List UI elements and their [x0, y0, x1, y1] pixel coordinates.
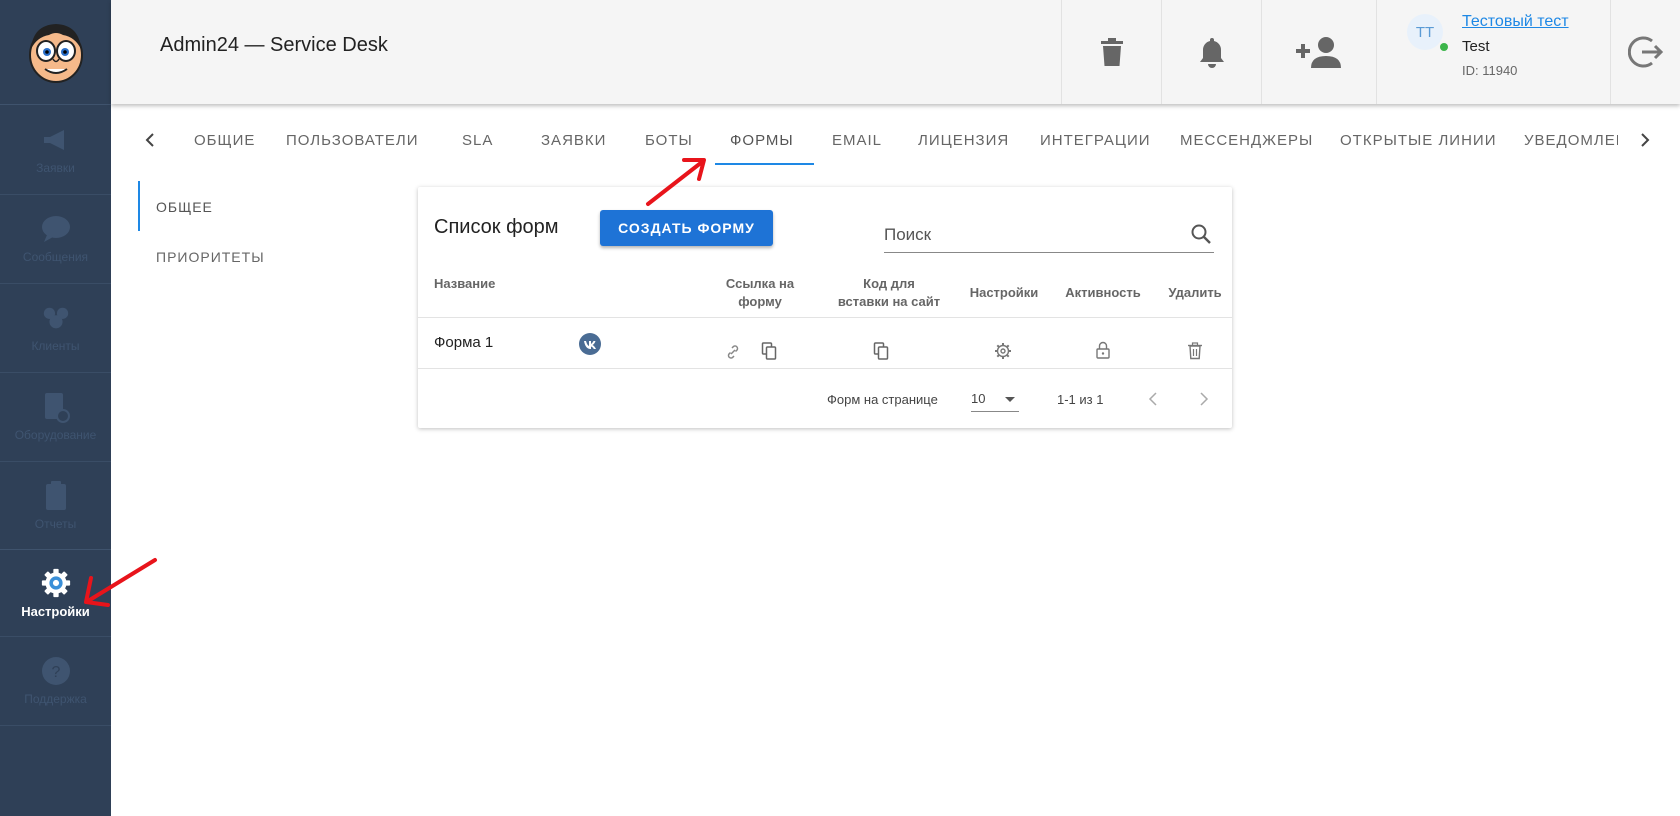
settings-gear-icon[interactable]	[994, 342, 1012, 360]
subnav-item-priorities[interactable]: ПРИОРИТЕТЫ	[138, 231, 338, 281]
notifications-button[interactable]	[1161, 0, 1261, 104]
tab-open-lines[interactable]: ОТКРЫТЫЕ ЛИНИИ	[1340, 132, 1497, 149]
sidebar-item-messages[interactable]: Сообщения	[0, 195, 111, 284]
gear-icon	[41, 568, 71, 598]
row-divider	[418, 317, 1232, 318]
chevron-right-icon	[1200, 392, 1209, 406]
user-id: ID: 11940	[1462, 63, 1518, 78]
column-header-activity: Активность	[1065, 285, 1141, 300]
add-user-button[interactable]	[1261, 0, 1376, 104]
user-subtitle: Test	[1462, 38, 1490, 55]
megaphone-icon	[41, 125, 71, 155]
per-page-label: Форм на странице	[827, 392, 938, 407]
tab-sla[interactable]: SLA	[462, 132, 493, 149]
sidebar-item-label: Заявки	[36, 161, 75, 175]
column-header-embed-code: Код для вставки на сайт	[829, 275, 949, 311]
subnav-item-general[interactable]: ОБЩЕЕ	[138, 181, 338, 231]
column-header-link-line1: Ссылка на	[725, 276, 795, 291]
search-field	[884, 217, 1214, 253]
sidebar: Заявки Сообщения Клиенты Оборудование От…	[0, 0, 111, 816]
sidebar-item-equipment[interactable]: Оборудование	[0, 373, 111, 462]
per-page-value: 10	[971, 391, 986, 406]
sidebar-item-tickets[interactable]: Заявки	[0, 106, 111, 195]
tab-users[interactable]: ПОЛЬЗОВАТЕЛИ	[286, 132, 419, 149]
mascot-logo-icon	[28, 24, 83, 83]
column-header-link: Ссылка на форму	[710, 275, 810, 311]
tabs-prev-button[interactable]	[138, 128, 162, 152]
forms-list-card: Список форм СОЗДАТЬ ФОРМУ Название Ссылк…	[418, 187, 1232, 428]
trash-button[interactable]	[1061, 0, 1161, 104]
column-header-link-line2: форму	[738, 294, 782, 309]
sidebar-item-label: Клиенты	[31, 339, 80, 353]
settings-tabs: ОБЩИЕ ПОЛЬЗОВАТЕЛИ SLA ЗАЯВКИ БОТЫ ФОРМЫ…	[111, 120, 1680, 166]
settings-subnav: ОБЩЕЕ ПРИОРИТЕТЫ	[138, 181, 338, 281]
tabs-next-button[interactable]	[1633, 128, 1657, 152]
tab-general[interactable]: ОБЩИЕ	[194, 132, 255, 149]
online-status-dot	[1440, 43, 1448, 51]
caret-down-icon	[1005, 397, 1015, 402]
clients-icon	[41, 303, 71, 333]
sidebar-item-label: Настройки	[21, 603, 90, 619]
link-icon[interactable]	[724, 343, 742, 361]
column-header-delete: Удалить	[1168, 285, 1222, 300]
copy-link-icon[interactable]	[760, 342, 778, 360]
app-title: Admin24 — Service Desk	[160, 34, 388, 56]
report-icon	[41, 481, 71, 511]
delete-icon[interactable]	[1186, 342, 1204, 360]
column-header-settings: Настройки	[969, 285, 1039, 300]
tab-integrations[interactable]: ИНТЕГРАЦИИ	[1040, 132, 1151, 149]
tab-tickets[interactable]: ЗАЯВКИ	[541, 132, 606, 149]
chevron-left-icon	[1148, 392, 1157, 406]
copy-code-icon[interactable]	[872, 342, 890, 360]
trash-icon	[1100, 38, 1123, 66]
help-icon: ?	[41, 656, 71, 686]
tab-notifications[interactable]: УВЕДОМЛЕН	[1524, 132, 1618, 149]
tab-bots[interactable]: БОТЫ	[645, 132, 693, 149]
sidebar-item-label: Поддержка	[24, 692, 87, 706]
sidebar-item-label: Отчеты	[34, 517, 77, 531]
active-tab-indicator	[715, 163, 814, 165]
sidebar-item-clients[interactable]: Клиенты	[0, 284, 111, 373]
card-title: Список форм	[434, 216, 559, 238]
search-icon[interactable]	[1190, 223, 1212, 250]
tab-messengers[interactable]: МЕССЕНДЖЕРЫ	[1180, 132, 1313, 149]
user-name-link[interactable]: Тестовый тест	[1462, 13, 1569, 31]
sidebar-item-label: Сообщения	[22, 250, 89, 264]
top-header: Admin24 — Service Desk TT Тестовый тест …	[111, 0, 1680, 104]
logout-button[interactable]	[1610, 0, 1680, 104]
user-profile[interactable]: TT Тестовый тест Test ID: 11940	[1376, 0, 1610, 104]
tab-license[interactable]: ЛИЦЕНЗИЯ	[918, 132, 1009, 149]
per-page-select[interactable]: 10	[971, 388, 1019, 412]
logout-icon	[1627, 36, 1663, 68]
svg-text:?: ?	[51, 664, 60, 681]
form-name[interactable]: Форма 1	[434, 334, 493, 351]
vk-icon	[579, 333, 601, 355]
next-page-button[interactable]	[1194, 389, 1214, 409]
sidebar-item-support[interactable]: ? Поддержка	[0, 637, 111, 726]
lock-icon[interactable]	[1094, 341, 1112, 359]
column-header-name: Название	[434, 276, 496, 291]
bell-icon	[1199, 38, 1224, 68]
column-header-embed-line1: Код для	[863, 276, 915, 291]
avatar[interactable]: TT	[1407, 14, 1443, 50]
sidebar-item-reports[interactable]: Отчеты	[0, 462, 111, 551]
chat-icon	[41, 214, 71, 244]
column-header-embed-line2: вставки на сайт	[837, 294, 941, 309]
equipment-icon	[41, 392, 71, 423]
add-user-icon	[1296, 37, 1341, 68]
logo[interactable]	[0, 0, 111, 105]
page-range: 1-1 из 1	[1057, 392, 1104, 407]
search-input[interactable]	[884, 225, 1174, 245]
tab-email[interactable]: EMAIL	[832, 132, 882, 149]
sidebar-item-label: Оборудование	[14, 428, 97, 442]
tab-forms[interactable]: ФОРМЫ	[730, 132, 794, 149]
prev-page-button[interactable]	[1143, 389, 1163, 409]
chevron-right-icon	[1641, 133, 1650, 147]
chevron-left-icon	[145, 133, 154, 147]
sidebar-item-settings[interactable]: Настройки	[0, 549, 111, 637]
row-divider	[418, 368, 1232, 369]
create-form-button[interactable]: СОЗДАТЬ ФОРМУ	[600, 210, 773, 246]
